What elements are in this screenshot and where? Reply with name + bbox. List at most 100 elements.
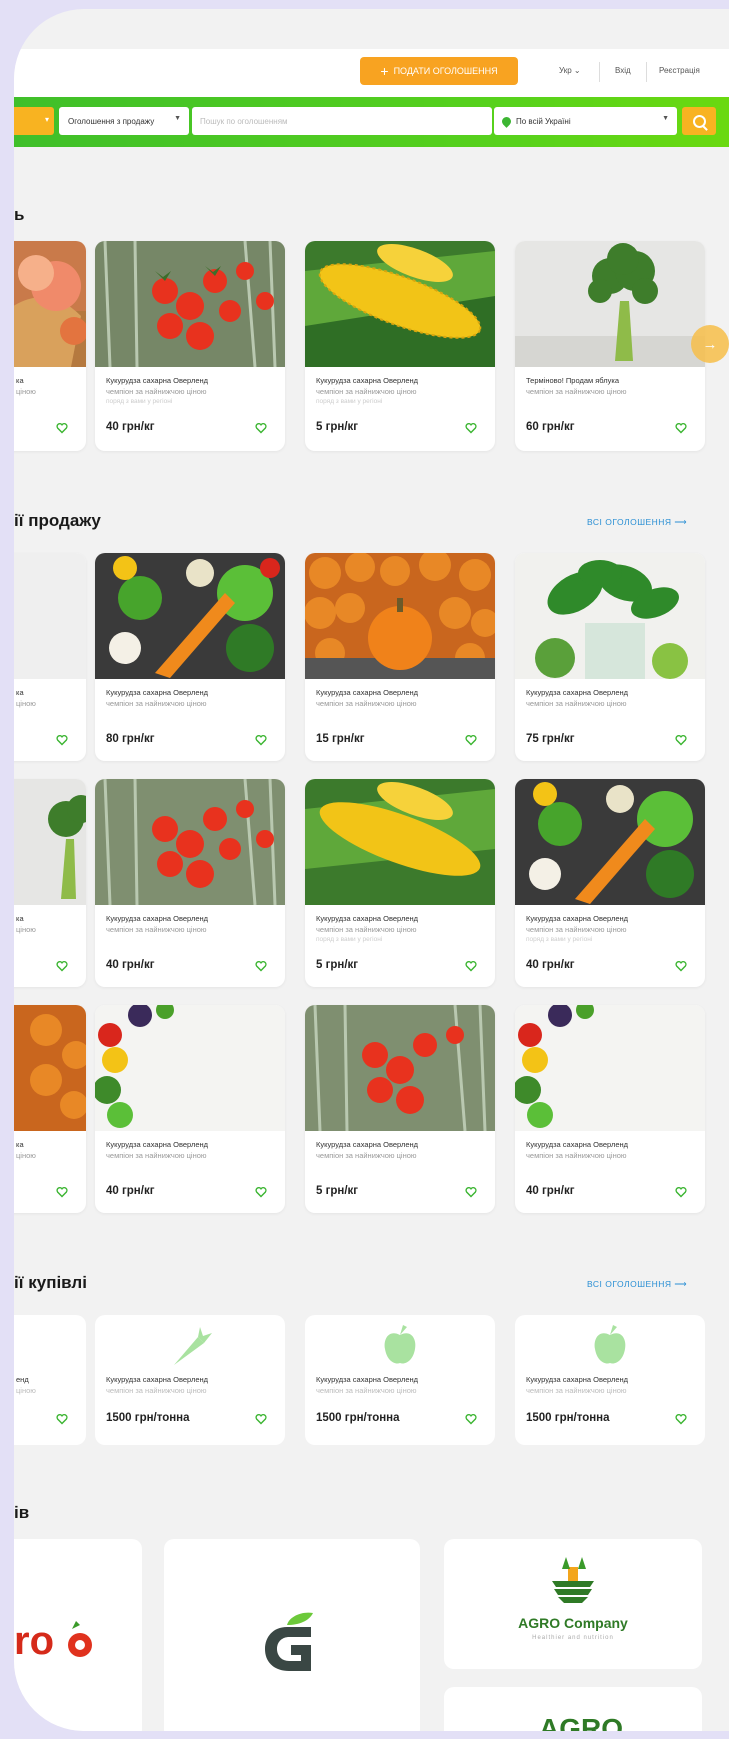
- ad-type-value: Оголошення з продажу: [68, 116, 155, 126]
- tomatoes-image: [95, 241, 285, 367]
- partner-card[interactable]: [164, 1539, 420, 1731]
- card-subtitle: чемпіон за найнижчою ціною: [316, 1151, 417, 1160]
- broccoli-image: [14, 779, 86, 905]
- heart-icon[interactable]: [255, 1413, 267, 1425]
- location-pin-icon: [500, 114, 513, 128]
- card-subtitle: чемпіон за найнижчою ціною: [526, 1151, 627, 1160]
- ad-type-select[interactable]: Оголошення з продажу ▼: [59, 107, 189, 135]
- language-select[interactable]: Укр ⌄: [559, 66, 581, 75]
- section-title-buy: ії купівлі: [14, 1273, 87, 1292]
- heart-icon[interactable]: [56, 1413, 68, 1425]
- product-card[interactable]: Кукурудза сахарна Оверленд чемпіон за на…: [305, 779, 495, 987]
- product-card[interactable]: ка ціною: [14, 553, 86, 761]
- heart-icon[interactable]: [255, 422, 267, 434]
- heart-icon[interactable]: [56, 1186, 68, 1198]
- heart-icon[interactable]: [56, 422, 68, 434]
- card-note: поряд з вами у регіоні: [316, 398, 383, 405]
- card-price: 40 грн/кг: [106, 1185, 155, 1197]
- product-card[interactable]: ка ціною: [14, 241, 86, 451]
- card-subtitle: чемпіон за найнижчою ціною: [526, 699, 627, 708]
- location-select[interactable]: По всій Україні ▼: [494, 107, 677, 135]
- tomatoes-image: [95, 779, 285, 905]
- card-note: поряд з вами у регіоні: [526, 936, 593, 943]
- card-subtitle: ціною: [16, 1151, 36, 1160]
- register-link[interactable]: Реєстрація: [659, 66, 700, 75]
- product-card[interactable]: Кукурудза сахарна Оверленд чемпіон за на…: [95, 779, 285, 987]
- card-title: Кукурудза сахарна Оверленд: [106, 1140, 209, 1149]
- all-ads-link[interactable]: ВСІ ОГОЛОШЕННЯ ⟶: [587, 1279, 687, 1290]
- corn-image: [305, 779, 495, 905]
- buy-card[interactable]: енд ціною: [14, 1315, 86, 1445]
- heart-icon[interactable]: [675, 734, 687, 746]
- partner-card[interactable]: AGRO Company Healthier and nutrition: [444, 1539, 702, 1669]
- buy-card[interactable]: Кукурудза сахарна Оверленд чемпіон за на…: [95, 1315, 285, 1445]
- heart-icon[interactable]: [255, 1186, 267, 1198]
- card-title: Кукурудза сахарна Оверленд: [316, 1375, 419, 1384]
- product-card[interactable]: Терміново! Продам яблука чемпіон за найн…: [515, 241, 705, 451]
- product-card[interactable]: Кукурудза сахарна Оверленд чемпіон за на…: [305, 553, 495, 761]
- carousel-next-button[interactable]: →: [691, 325, 729, 363]
- product-card[interactable]: Кукурудза сахарна Оверленд чемпіон за на…: [95, 241, 285, 451]
- buy-card[interactable]: Кукурудза сахарна Оверленд чемпіон за на…: [515, 1315, 705, 1445]
- heart-icon[interactable]: [465, 1186, 477, 1198]
- search-bar: ▾ Оголошення з продажу ▼ По всій Україні…: [14, 97, 729, 147]
- card-subtitle: чемпіон за найнижчою ціною: [526, 387, 627, 396]
- heart-icon[interactable]: [56, 960, 68, 972]
- post-ad-label: ПОДАТИ ОГОЛОШЕННЯ: [393, 66, 498, 76]
- divider: [646, 62, 647, 82]
- card-subtitle: чемпіон за найнижчою ціною: [106, 925, 207, 934]
- heart-icon[interactable]: [465, 960, 477, 972]
- card-title: Кукурудза сахарна Оверленд: [106, 376, 209, 385]
- product-card[interactable]: ка ціною: [14, 779, 86, 987]
- card-subtitle: ціною: [16, 925, 36, 934]
- search-input[interactable]: [192, 107, 492, 135]
- card-subtitle: ціною: [16, 699, 36, 708]
- heart-icon[interactable]: [465, 422, 477, 434]
- product-card[interactable]: Кукурудза сахарна Оверленд чемпіон за на…: [305, 1005, 495, 1213]
- heart-icon[interactable]: [465, 1413, 477, 1425]
- heart-icon[interactable]: [675, 1186, 687, 1198]
- heart-icon[interactable]: [56, 734, 68, 746]
- category-select[interactable]: ▾: [14, 107, 54, 135]
- chevron-down-icon: ▾: [44, 115, 49, 124]
- product-card[interactable]: Кукурудза сахарна Оверленд чемпіон за на…: [305, 241, 495, 451]
- search-button[interactable]: [682, 107, 716, 135]
- product-card[interactable]: Кукурудза сахарна Оверленд чемпіон за на…: [515, 779, 705, 987]
- heart-icon[interactable]: [675, 422, 687, 434]
- card-note: поряд з вами у регіоні: [106, 398, 173, 405]
- heart-icon[interactable]: [255, 960, 267, 972]
- product-card[interactable]: ка ціною: [14, 1005, 86, 1213]
- login-link[interactable]: Вхід: [615, 66, 631, 75]
- all-ads-link[interactable]: ВСІ ОГОЛОШЕННЯ ⟶: [587, 517, 687, 528]
- card-title: Терміново! Продам яблука: [526, 376, 619, 385]
- product-card[interactable]: Кукурудза сахарна Оверленд чемпіон за на…: [515, 1005, 705, 1213]
- chevron-down-icon: ▼: [662, 115, 669, 122]
- product-image: [14, 553, 86, 679]
- heart-icon[interactable]: [675, 960, 687, 972]
- partner-card[interactable]: ro: [14, 1539, 142, 1731]
- card-title: Кукурудза сахарна Оверленд: [316, 688, 419, 697]
- location-value: По всій Україні: [516, 116, 571, 126]
- card-price: 5 грн/кг: [316, 1185, 359, 1197]
- post-ad-button[interactable]: + ПОДАТИ ОГОЛОШЕННЯ: [360, 57, 518, 85]
- product-card[interactable]: Кукурудза сахарна Оверленд чемпіон за на…: [515, 553, 705, 761]
- product-card[interactable]: Кукурудза сахарна Оверленд чемпіон за на…: [95, 1005, 285, 1213]
- card-title: Кукурудза сахарна Оверленд: [106, 688, 209, 697]
- product-card[interactable]: Кукурудза сахарна Оверленд чемпіон за на…: [95, 553, 285, 761]
- heart-icon[interactable]: [465, 734, 477, 746]
- partner-logo-text: AGRO: [539, 1713, 623, 1731]
- vegetables-image: [515, 779, 705, 905]
- card-subtitle: чемпіон за найнижчою ціною: [316, 699, 417, 708]
- apple-icon: [594, 1325, 626, 1364]
- card-price: 40 грн/кг: [106, 421, 155, 433]
- heart-icon[interactable]: [255, 734, 267, 746]
- corn-image: [305, 241, 495, 367]
- chevron-down-icon: ▼: [174, 115, 181, 122]
- partner-logo-text: ro: [14, 1619, 54, 1663]
- card-price: 5 грн/кг: [316, 421, 359, 433]
- heart-icon[interactable]: [675, 1413, 687, 1425]
- buy-card[interactable]: Кукурудза сахарна Оверленд чемпіон за на…: [305, 1315, 495, 1445]
- card-subtitle: чемпіон за найнижчою ціною: [316, 1386, 417, 1395]
- card-subtitle: чемпіон за найнижчою ціною: [106, 387, 207, 396]
- partner-card[interactable]: AGRO: [444, 1687, 702, 1731]
